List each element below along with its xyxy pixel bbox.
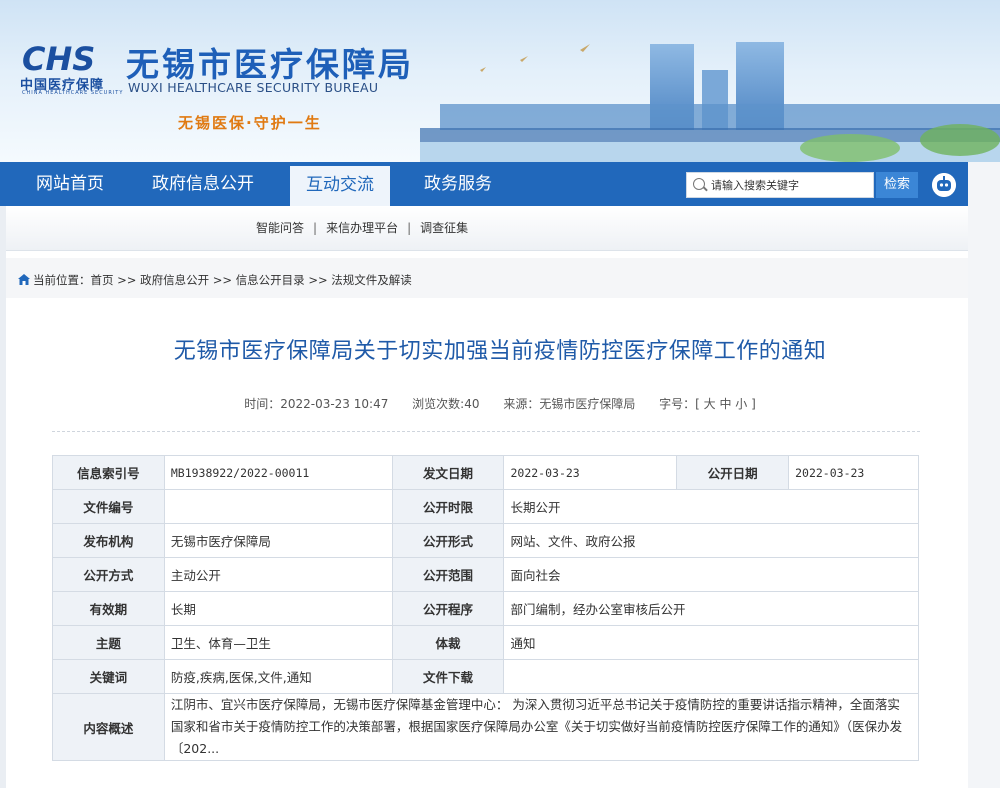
cell-label: 公开日期 xyxy=(676,455,790,490)
cell-value: 部门编制，经办公室审核后公开 xyxy=(503,591,919,626)
page-title: 无锡市医疗保障局关于切实加强当前疫情防控医疗保障工作的通知 xyxy=(173,339,827,364)
site-subtitle: WUXI HEALTHCARE SECURITY BUREAU xyxy=(128,80,379,95)
slogan: 无锡医保·守护一生 xyxy=(178,114,322,132)
site-banner: CHS 中国医疗保障 CHINA HEALTHCARE SECURITY 无锡市… xyxy=(0,0,1000,162)
search-icon xyxy=(693,178,705,190)
cell-label: 主题 xyxy=(52,625,165,660)
cell-value: 网站、文件、政府公报 xyxy=(503,523,919,558)
article-meta: 时间：2022-03-23 10:47 浏览次数:40 来源：无锡市医疗保障局 … xyxy=(0,395,1000,412)
search-box xyxy=(686,172,874,198)
cell-label: 公开程序 xyxy=(391,591,505,626)
breadcrumb: 当前位置：首页 >> 政府信息公开 >> 信息公开目录 >> 法规文件及解读 xyxy=(18,272,412,288)
summary-text: 江阴市、宜兴市医疗保障局，无锡市医疗保障基金管理中心： 为深入贯彻习近平总书记关… xyxy=(163,693,920,761)
cell-value: 2022-03-23 xyxy=(503,455,678,490)
subnav-separator: | xyxy=(313,221,318,235)
cell-value: 无锡市医疗保障局 xyxy=(163,523,393,558)
table-row: 关键词 防疫,疾病,医保,文件,通知 文件下载 xyxy=(52,659,919,694)
cell-label: 文件下载 xyxy=(391,659,505,694)
sub-nav xyxy=(6,206,968,251)
sub-nav-links: 智能问答 | 来信办理平台 | 调查征集 xyxy=(256,219,468,236)
cell-value: 防疫,疾病,医保,文件,通知 xyxy=(163,659,393,694)
cell-value: 长期 xyxy=(163,591,393,626)
subnav-item-survey[interactable]: 调查征集 xyxy=(420,221,468,235)
table-row: 发布机构 无锡市医疗保障局 公开形式 网站、文件、政府公报 xyxy=(52,523,919,558)
breadcrumb-gov-info[interactable]: 政府信息公开 xyxy=(140,273,209,287)
city-skyline-image xyxy=(420,42,1000,162)
cell-label: 公开方式 xyxy=(52,557,165,592)
nav-item-home[interactable]: 网站首页 xyxy=(36,162,104,206)
cell-label: 公开形式 xyxy=(391,523,505,558)
table-row: 主题 卫生、体育—卫生 体裁 通知 xyxy=(52,625,919,660)
home-icon xyxy=(18,274,30,285)
table-row: 文件编号 公开时限 长期公开 xyxy=(52,489,919,524)
cell-value: MB1938922/2022-00011 xyxy=(163,455,393,490)
breadcrumb-regulations[interactable]: 法规文件及解读 xyxy=(331,273,412,287)
subnav-item-letters[interactable]: 来信办理平台 xyxy=(326,221,398,235)
cell-label: 公开时限 xyxy=(391,489,505,524)
breadcrumb-catalog[interactable]: 信息公开目录 xyxy=(236,273,305,287)
search-input[interactable] xyxy=(711,173,867,197)
info-table: 信息索引号 MB1938922/2022-00011 发文日期 2022-03-… xyxy=(52,455,920,761)
cell-value: 通知 xyxy=(503,625,919,660)
cell-label: 有效期 xyxy=(52,591,165,626)
cell-label: 公开范围 xyxy=(391,557,505,592)
article-source: 来源：无锡市医疗保障局 xyxy=(503,397,636,411)
cell-value: 长期公开 xyxy=(503,489,919,524)
site-title: 无锡市医疗保障局 xyxy=(126,45,414,84)
breadcrumb-separator: >> xyxy=(117,273,137,287)
breadcrumb-home[interactable]: 首页 xyxy=(91,273,114,287)
font-size-control[interactable]: 字号：[ 大 中 小 ] xyxy=(659,397,756,411)
cell-value: 卫生、体育—卫生 xyxy=(163,625,393,660)
breadcrumb-label: 当前位置： xyxy=(33,273,91,287)
cell-label: 内容概述 xyxy=(52,693,165,761)
cell-label: 信息索引号 xyxy=(52,455,165,490)
publish-time: 时间：2022-03-23 10:47 xyxy=(244,397,389,411)
svg-text:CHS: CHS xyxy=(22,40,95,74)
cell-value xyxy=(163,489,393,524)
cell-label: 关键词 xyxy=(52,659,165,694)
cell-value: 面向社会 xyxy=(503,557,919,592)
cell-label: 发布机构 xyxy=(52,523,165,558)
nav-item-services[interactable]: 政务服务 xyxy=(424,162,492,206)
cell-label: 文件编号 xyxy=(52,489,165,524)
cell-value: 2022-03-23 xyxy=(788,455,919,490)
breadcrumb-separator: >> xyxy=(308,273,328,287)
subnav-separator: | xyxy=(407,221,412,235)
table-row: 信息索引号 MB1938922/2022-00011 发文日期 2022-03-… xyxy=(52,455,919,490)
download-cell[interactable] xyxy=(503,659,919,694)
nav-item-gov-info[interactable]: 政府信息公开 xyxy=(152,162,254,206)
robot-assistant-icon[interactable] xyxy=(932,173,956,197)
breadcrumb-separator: >> xyxy=(212,273,233,287)
cell-label: 发文日期 xyxy=(391,455,505,490)
logo-en-text: CHINA HEALTHCARE SECURITY xyxy=(22,90,124,96)
nav-item-interaction[interactable]: 互动交流 xyxy=(290,166,390,206)
table-row: 内容概述 江阴市、宜兴市医疗保障局，无锡市医疗保障基金管理中心： 为深入贯彻习近… xyxy=(52,693,920,761)
subnav-item-ai-qa[interactable]: 智能问答 xyxy=(256,221,304,235)
chs-logo-icon: CHS xyxy=(22,40,95,74)
view-count: 浏览次数:40 xyxy=(412,397,480,411)
cell-label: 体裁 xyxy=(391,625,505,660)
cell-value: 主动公开 xyxy=(163,557,393,592)
table-row: 有效期 长期 公开程序 部门编制，经办公室审核后公开 xyxy=(52,591,919,626)
search-button[interactable]: 检索 xyxy=(876,172,918,198)
table-row: 公开方式 主动公开 公开范围 面向社会 xyxy=(52,557,919,592)
divider xyxy=(52,431,920,432)
